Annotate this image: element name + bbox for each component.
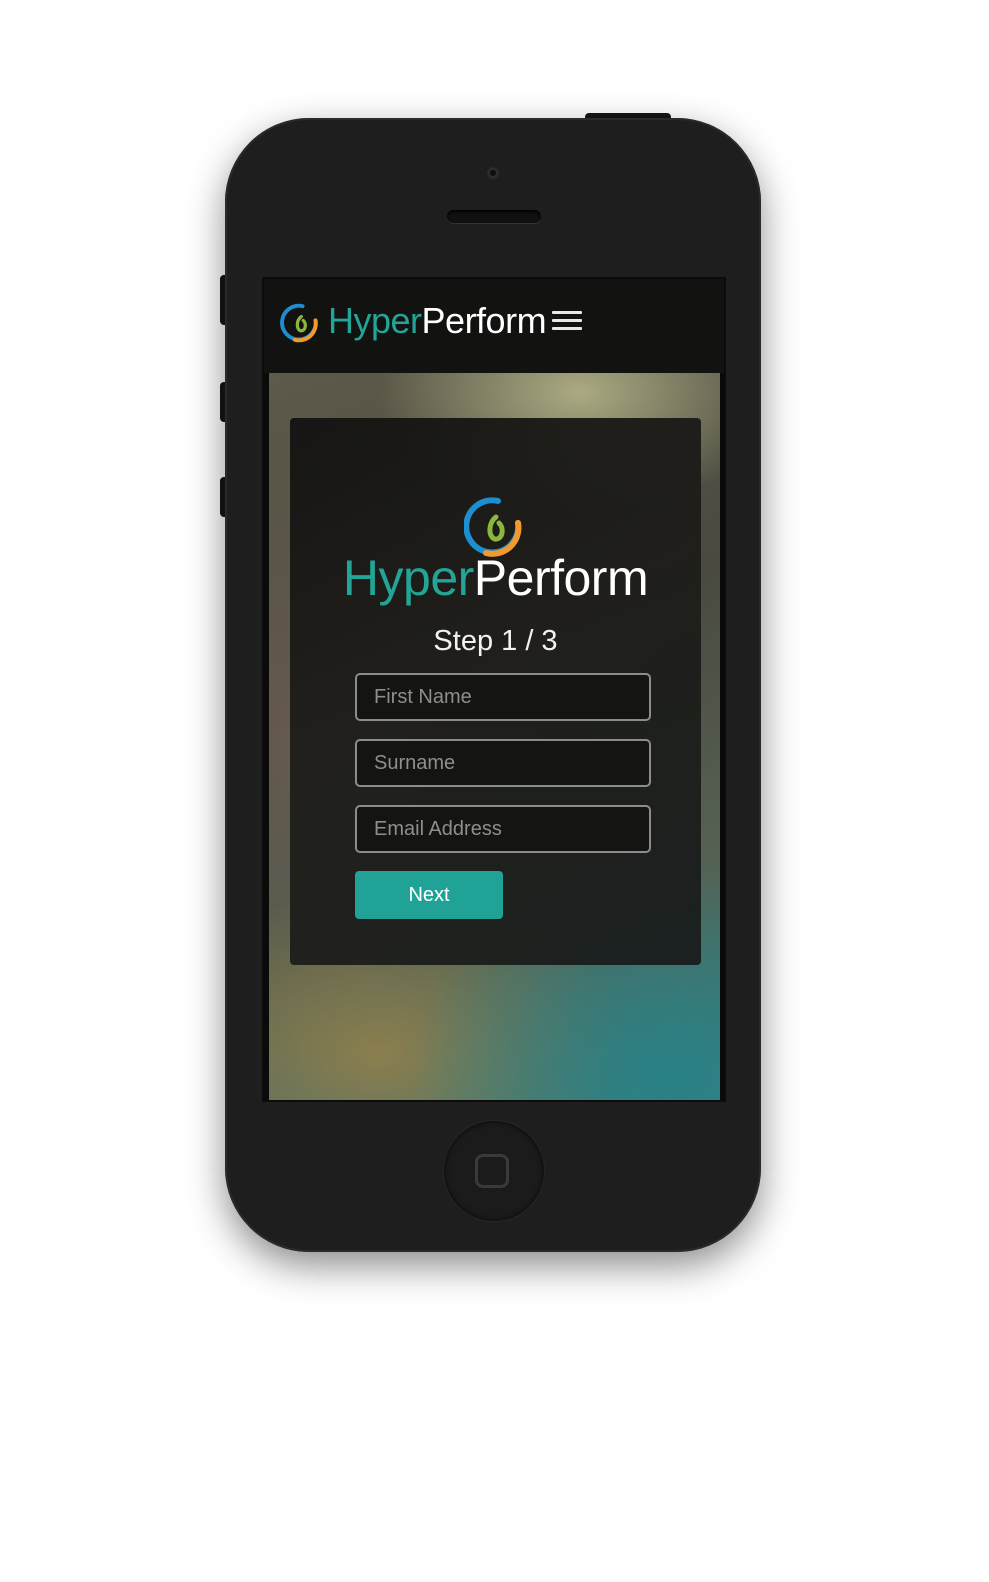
email-field[interactable] (355, 805, 651, 853)
home-square-icon (475, 1154, 509, 1188)
card-brand-title: HyperPerform (290, 548, 701, 608)
brand-hyper-text: Hyper (342, 550, 474, 606)
hamburger-line (552, 319, 582, 322)
brand-perform-text: Perform (421, 300, 547, 341)
mockup-stage: HyperPerform HyperPerform Step 1 / 3 Nex… (0, 0, 989, 1582)
earpiece-speaker (447, 210, 541, 223)
next-button[interactable]: Next (355, 871, 503, 919)
navbar-brand[interactable]: HyperPerform (328, 299, 547, 343)
signup-card: HyperPerform Step 1 / 3 Next (290, 418, 701, 965)
hamburger-menu-icon[interactable] (552, 309, 582, 333)
hamburger-line (552, 327, 582, 330)
navbar: HyperPerform (264, 279, 724, 373)
brand-perform-text: Perform (473, 550, 649, 606)
first-name-field[interactable] (355, 673, 651, 721)
hyperperform-logo-icon[interactable] (280, 301, 320, 345)
brand-hyper-text: Hyper (328, 300, 422, 341)
front-camera (487, 167, 499, 179)
surname-field[interactable] (355, 739, 651, 787)
home-button (444, 1121, 544, 1221)
step-indicator: Step 1 / 3 (433, 625, 558, 657)
hamburger-line (552, 311, 582, 314)
phone-screen: HyperPerform HyperPerform Step 1 / 3 Nex… (262, 277, 726, 1102)
